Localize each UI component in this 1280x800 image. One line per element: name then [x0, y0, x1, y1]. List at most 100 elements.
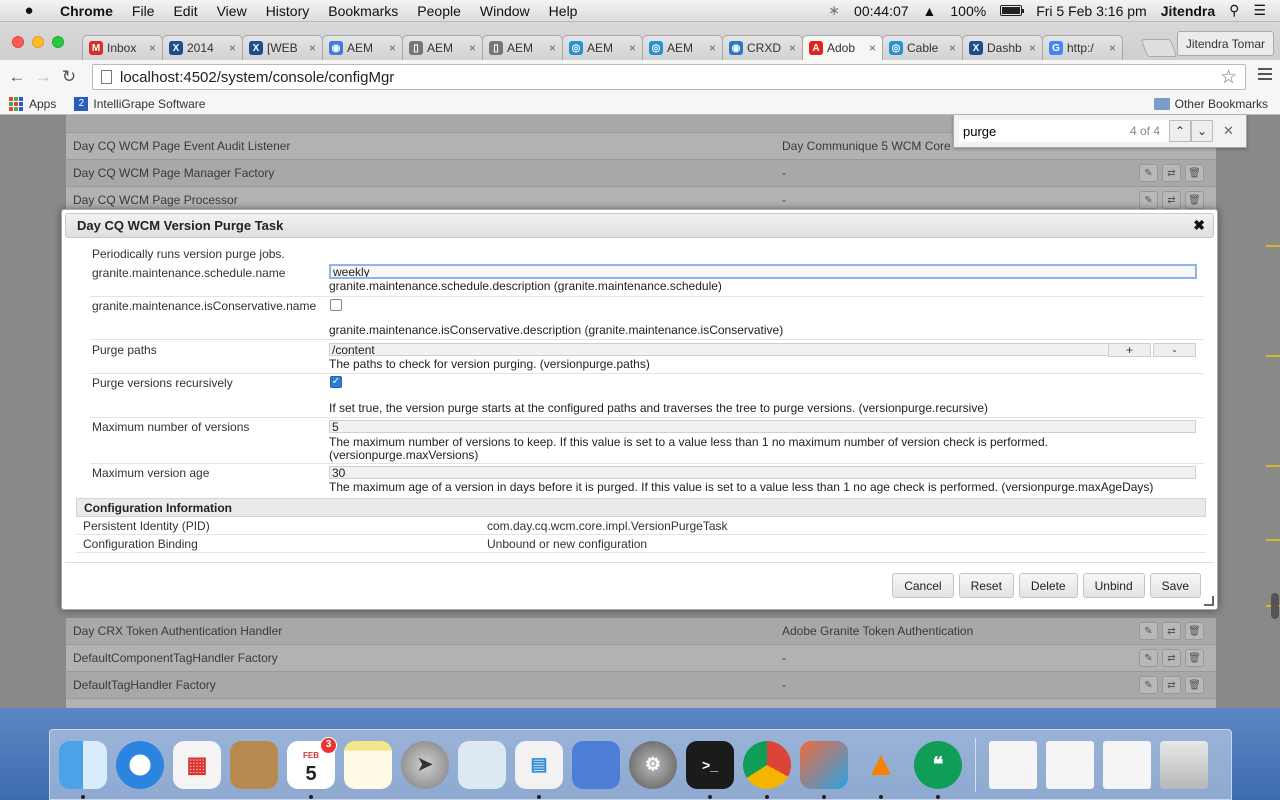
tab-close-icon[interactable]: × [309, 41, 316, 55]
bluetooth-icon[interactable]: ∗ [828, 2, 840, 19]
reload-icon[interactable]: ↻ [56, 67, 82, 87]
tab-close-icon[interactable]: × [949, 41, 956, 55]
edit-icon[interactable]: ✎ [1139, 622, 1158, 640]
table-row[interactable]: Day CQ WCM Page Manager Factory - ✎ ⇄ 🗑 [66, 160, 1216, 187]
unbind-button[interactable]: Unbind [1082, 573, 1145, 598]
apps-grid-icon[interactable] [9, 96, 23, 111]
tab-close-icon[interactable]: × [149, 41, 156, 55]
other-bookmarks[interactable]: Other Bookmarks [1153, 97, 1268, 111]
find-next-icon[interactable]: ⌄ [1191, 120, 1213, 142]
menu-view[interactable]: View [217, 3, 247, 19]
contacts-icon[interactable] [230, 740, 278, 789]
unbind-icon[interactable]: ⇄ [1162, 191, 1181, 209]
conservative-checkbox[interactable] [330, 299, 342, 311]
trash-icon[interactable] [1160, 740, 1208, 789]
browser-tab[interactable]: ▯ AEM × [402, 35, 483, 60]
reset-button[interactable]: Reset [958, 573, 1014, 598]
table-row[interactable]: DefaultComponentTagHandler Factory - ✎ ⇄ 🗑 [66, 645, 1216, 672]
battery-percent[interactable]: 100% [950, 3, 986, 19]
max-age-input[interactable] [329, 466, 1196, 479]
find-previous-icon[interactable]: ⌃ [1169, 120, 1191, 142]
launchpad-icon[interactable]: ▦ [173, 740, 221, 789]
table-row[interactable]: Day CRX Token Authentication Handler Ado… [66, 618, 1216, 645]
dialog-header[interactable]: Day CQ WCM Version Purge Task ✖ [65, 213, 1214, 238]
tab-close-icon[interactable]: × [549, 41, 556, 55]
browser-tab[interactable]: X Dashb × [962, 35, 1043, 60]
chrome-icon[interactable] [743, 740, 791, 799]
browser-tab[interactable]: ▯ AEM × [482, 35, 563, 60]
edit-icon[interactable]: ✎ [1139, 676, 1158, 694]
tab-close-icon[interactable]: × [629, 41, 636, 55]
edit-icon[interactable]: ✎ [1139, 164, 1158, 182]
delete-icon[interactable]: 🗑 [1185, 649, 1204, 667]
menu-history[interactable]: History [266, 3, 310, 19]
edit-icon[interactable]: ✎ [1139, 191, 1158, 209]
browser-tab[interactable]: ◎ AEM × [642, 35, 723, 60]
unbind-icon[interactable]: ⇄ [1162, 649, 1181, 667]
add-path-button[interactable]: + [1108, 343, 1151, 357]
bookmark-star-icon[interactable]: ☆ [1220, 66, 1237, 89]
user-menu[interactable]: Jitendra [1161, 3, 1215, 19]
tab-close-icon[interactable]: × [469, 41, 476, 55]
unbind-icon[interactable]: ⇄ [1162, 164, 1181, 182]
delete-icon[interactable]: 🗑 [1185, 622, 1204, 640]
purge-path-input[interactable] [329, 343, 1109, 356]
table-row[interactable]: DefaultTagHandler Factory - ✎ ⇄ 🗑 [66, 672, 1216, 699]
delete-icon[interactable]: 🗑 [1185, 191, 1204, 209]
delete-icon[interactable]: 🗑 [1185, 676, 1204, 694]
menu-file[interactable]: File [132, 3, 155, 19]
browser-tab[interactable]: X 2014 × [162, 35, 243, 60]
new-tab-button[interactable] [1140, 39, 1178, 57]
spotlight-search-icon[interactable]: ⚲ [1229, 2, 1239, 19]
unbind-icon[interactable]: ⇄ [1162, 676, 1181, 694]
recursive-checkbox[interactable]: ✓ [330, 376, 342, 388]
address-bar[interactable]: localhost:4502/system/console/configMgr … [92, 64, 1246, 90]
menu-window[interactable]: Window [480, 3, 530, 19]
unbind-icon[interactable]: ⇄ [1162, 622, 1181, 640]
timer-readout[interactable]: 00:44:07 [854, 3, 909, 19]
minimized-window-icon[interactable] [1103, 740, 1151, 789]
minimized-window-icon[interactable] [1046, 740, 1094, 789]
dialog-close-icon[interactable]: ✖ [1193, 217, 1205, 234]
close-window-icon[interactable] [12, 36, 24, 48]
delete-icon[interactable]: 🗑 [1185, 164, 1204, 182]
max-versions-input[interactable] [329, 420, 1196, 433]
browser-tab[interactable]: ◎ Cable × [882, 35, 963, 60]
delete-button[interactable]: Delete [1018, 573, 1078, 598]
save-button[interactable]: Save [1149, 573, 1201, 598]
edit-icon[interactable]: ✎ [1139, 649, 1158, 667]
bookmark-apps[interactable]: Apps [29, 97, 56, 111]
notification-center-icon[interactable]: ☰ [1253, 2, 1266, 19]
page-scrollbar[interactable] [1271, 593, 1279, 619]
find-close-icon[interactable]: ✕ [1223, 123, 1234, 139]
menu-edit[interactable]: Edit [173, 3, 197, 19]
profile-button[interactable]: Jitendra Tomar [1176, 31, 1274, 56]
terminal-icon[interactable]: >_ [686, 740, 734, 799]
zoom-window-icon[interactable] [52, 36, 64, 48]
calendar-icon[interactable]: FEB 5 3 [287, 736, 337, 799]
safari-icon[interactable] [116, 740, 164, 789]
hangouts-icon[interactable]: ❝ [914, 740, 962, 799]
menu-people[interactable]: People [417, 3, 461, 19]
remove-path-button[interactable]: - [1153, 343, 1196, 357]
tab-close-icon[interactable]: × [1109, 41, 1116, 55]
browser-tab[interactable]: ◉ CRXD × [722, 35, 803, 60]
finder-icon[interactable] [59, 740, 107, 799]
forward-arrow-icon[interactable]: → [30, 67, 56, 87]
clock[interactable]: Fri 5 Feb 3:16 pm [1036, 3, 1147, 19]
vlc-icon[interactable]: ▲ [857, 741, 905, 799]
bookmark-intelligrape[interactable]: IntelliGrape Software [93, 97, 205, 111]
tab-close-icon[interactable]: × [789, 41, 796, 55]
tab-close-icon[interactable]: × [389, 41, 396, 55]
numbers-icon[interactable]: ▤ [515, 740, 563, 799]
battery-icon[interactable] [1000, 5, 1025, 16]
tab-close-icon[interactable]: × [229, 41, 236, 55]
browser-tab[interactable]: X [WEB × [242, 35, 323, 60]
tab-close-icon[interactable]: × [869, 41, 876, 55]
browser-tab[interactable]: A Adob × [802, 35, 883, 60]
notes-icon[interactable] [344, 740, 392, 789]
schedule-input[interactable] [329, 264, 1197, 279]
minimize-window-icon[interactable] [32, 36, 44, 48]
menu-bookmarks[interactable]: Bookmarks [328, 3, 398, 19]
apple-menu-icon[interactable]: ● [20, 2, 38, 19]
